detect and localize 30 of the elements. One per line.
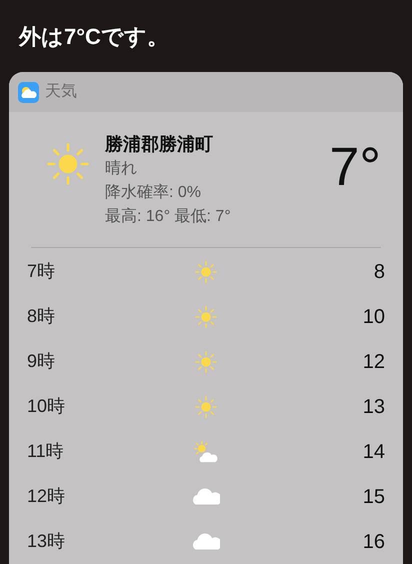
hour-temperature: 15 [362, 484, 385, 510]
hour-label: 9時 [27, 350, 56, 373]
hour-temperature: 10 [362, 304, 385, 330]
hour-temperature: 14 [362, 440, 385, 464]
sun-icon [194, 350, 218, 374]
sun-icon [194, 260, 218, 284]
hour-label: 13時 [27, 530, 66, 553]
hour-label: 8時 [27, 305, 56, 328]
hour-label: 7時 [27, 260, 56, 283]
siri-response: 外は7°Cです。 [19, 23, 169, 51]
hour-label: 12時 [27, 485, 66, 508]
hour-temperature: 16 [362, 530, 385, 554]
cloud-icon [192, 532, 220, 552]
sun-icon [194, 304, 218, 328]
hour-temperature: 13 [362, 394, 385, 420]
sun-icon [45, 141, 91, 187]
sun-icon [194, 394, 218, 418]
precipitation-text: 降水確率: 0% [105, 182, 202, 203]
app-name: 天気 [45, 82, 77, 102]
location-name: 勝浦郡勝浦町 [105, 133, 213, 156]
app-icon [18, 82, 39, 102]
cloud-icon [192, 486, 220, 506]
hour-label: 11時 [27, 440, 65, 463]
hour-label: 10時 [27, 395, 66, 418]
hour-temperature: 12 [362, 350, 385, 374]
high-low-text: 最高: 16° 最低: 7° [105, 206, 231, 227]
partly-cloudy-icon [193, 440, 219, 462]
current-temperature: 7° [329, 137, 381, 197]
condition-text: 晴れ [105, 158, 137, 179]
hour-temperature: 8 [374, 260, 385, 284]
